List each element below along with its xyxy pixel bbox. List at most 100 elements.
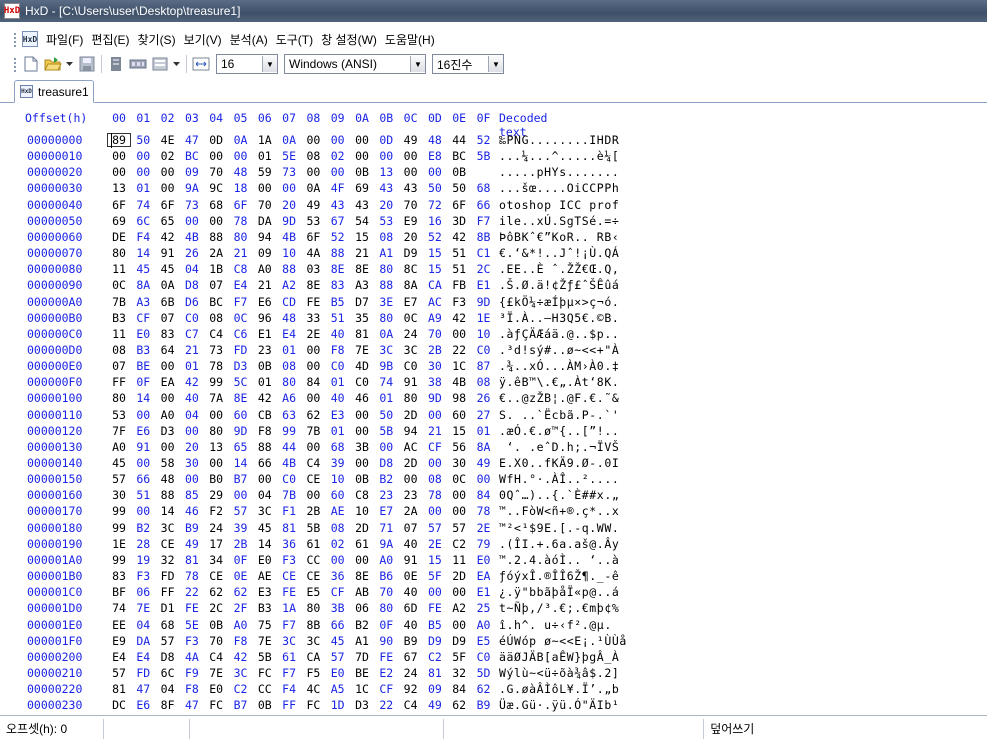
hex-byte[interactable]: 2E [472,521,496,535]
hex-byte[interactable]: 00 [253,472,277,486]
hex-byte[interactable]: 01 [253,149,277,163]
hex-byte[interactable]: F7 [277,618,301,632]
decoded-text[interactable]: E.X0..fKÄ9.Ø-.0I [499,456,619,470]
hex-byte[interactable]: 00 [350,553,374,567]
hex-byte[interactable]: 53 [374,214,398,228]
hex-byte[interactable]: 00 [301,440,325,454]
hex-byte[interactable]: E3 [326,408,350,422]
hex-byte[interactable]: 80 [301,601,325,615]
hex-byte[interactable]: 15 [423,246,447,260]
hex-byte[interactable]: 7E [204,666,228,680]
hex-row[interactable]: 00000210 57 FD 6C F9 7E 3C FC F7 F5 E0 BE E2 24 81 32 5D… [8,666,987,682]
hex-byte[interactable]: 06 [350,601,374,615]
hex-byte[interactable]: 45 [326,634,350,648]
hex-byte[interactable]: 80 [399,391,423,405]
hex-byte[interactable]: F7 [229,295,253,309]
hex-row[interactable]: 00000170 99 00 14 46 F2 57 3C F1 2B AE 10 E7 2A 00 00 78… [8,504,987,520]
decoded-text[interactable]: ™.2.4.àóÌ.. ‘..à [499,553,619,567]
hex-byte[interactable]: 51 [131,488,155,502]
hex-byte[interactable]: 5D [472,666,496,680]
hex-byte[interactable]: 8B [472,230,496,244]
hex-byte[interactable]: 0D [374,133,398,147]
hex-byte[interactable]: F3 [277,553,301,567]
hex-byte[interactable]: CF [423,440,447,454]
hex-byte[interactable]: 09 [253,246,277,260]
hex-row[interactable]: 000000F0 FF 0F EA 42 99 5C 01 80 84 01 C0 74 91 38 4B 08… [8,375,987,391]
hex-byte[interactable]: 00 [374,149,398,163]
hex-byte[interactable]: CE [156,537,180,551]
hex-byte[interactable]: 40 [399,537,423,551]
hex-byte[interactable]: 0C [399,311,423,325]
hex-byte[interactable]: E5 [301,585,325,599]
hex-byte[interactable]: C0 [399,359,423,373]
hex-byte[interactable]: 62 [204,585,228,599]
hex-byte[interactable]: 08 [374,230,398,244]
decoded-text[interactable]: ÞôBKˆ€”KoR.. RB‹ [499,230,619,244]
hex-byte[interactable]: 78 [423,488,447,502]
hex-byte[interactable]: 40 [399,618,423,632]
decoded-text[interactable]: t~Ñþ,/³.€;.€mþ¢% [499,601,619,615]
hex-byte[interactable]: 81 [350,327,374,341]
hex-byte[interactable]: 02 [326,537,350,551]
hex-byte[interactable]: F5 [301,666,325,680]
hex-byte[interactable]: 00 [374,440,398,454]
hex-byte[interactable]: 00 [180,424,204,438]
hex-byte[interactable]: 08 [326,521,350,535]
hex-byte[interactable]: 59 [253,165,277,179]
hex-byte[interactable]: C8 [350,488,374,502]
hex-byte[interactable]: B0 [204,472,228,486]
hex-byte[interactable]: 48 [156,472,180,486]
hex-byte[interactable]: C7 [180,327,204,341]
hex-byte[interactable]: 08 [204,311,228,325]
hex-byte[interactable]: 80 [204,424,228,438]
hex-byte[interactable]: 68 [472,181,496,195]
hex-byte[interactable]: 00 [156,440,180,454]
hex-byte[interactable]: 00 [131,165,155,179]
hex-byte[interactable]: 00 [156,181,180,195]
hex-byte[interactable]: FE [180,601,204,615]
hex-byte[interactable]: 24 [204,521,228,535]
hex-byte[interactable]: 38 [423,375,447,389]
hex-byte[interactable]: 96 [253,311,277,325]
decoded-text[interactable]: .æÓ.€.ø™{..[”!.. [499,424,619,438]
hex-byte[interactable]: 88 [156,488,180,502]
hex-byte[interactable]: 29 [204,488,228,502]
bytes-per-row-select[interactable]: 16 ▼ [216,54,278,74]
document-icon[interactable]: HxD [22,31,38,47]
hex-byte[interactable]: 47 [131,682,155,696]
hex-byte[interactable]: 3D [447,214,471,228]
hex-byte[interactable]: 99 [107,553,131,567]
decoded-text[interactable]: .EE..È ˆ.ŽŽ€Œ.Q, [499,262,619,276]
toolbar-grip-icon[interactable] [10,56,20,72]
hex-byte[interactable]: EA [156,375,180,389]
hex-byte[interactable]: 09 [180,165,204,179]
hex-byte[interactable]: 00 [156,391,180,405]
hex-byte[interactable]: 20 [374,198,398,212]
hex-byte[interactable]: 53 [301,214,325,228]
hex-byte[interactable]: 00 [131,149,155,163]
hex-byte[interactable]: 1E [472,311,496,325]
hex-byte[interactable]: 00 [156,359,180,373]
hex-byte[interactable]: 74 [374,375,398,389]
hex-byte[interactable]: 88 [374,278,398,292]
hex-byte[interactable]: 65 [156,214,180,228]
hex-byte[interactable]: 66 [472,198,496,212]
hex-byte[interactable]: B7 [229,698,253,712]
hex-byte[interactable]: 42 [253,391,277,405]
hex-byte[interactable]: 80 [229,230,253,244]
decoded-text[interactable]: ile..xÚ.SgTSé.=÷ [499,214,619,228]
decoded-text[interactable]: 0Qˆ…)..{.`È##x.„ [499,488,619,502]
hex-byte[interactable]: D9 [399,246,423,260]
hex-byte[interactable]: 7F [107,424,131,438]
hex-byte[interactable]: C4 [204,327,228,341]
hex-byte[interactable]: 8F [156,698,180,712]
hex-byte[interactable]: 49 [472,456,496,470]
disk-icon[interactable] [107,55,125,73]
hex-byte[interactable]: 00 [156,165,180,179]
hex-byte[interactable]: 15 [350,230,374,244]
hex-byte[interactable]: B9 [180,521,204,535]
hex-byte[interactable]: 57 [156,634,180,648]
hex-byte[interactable]: A0 [156,408,180,422]
hex-byte[interactable]: 80 [107,246,131,260]
hex-byte[interactable]: 61 [301,537,325,551]
